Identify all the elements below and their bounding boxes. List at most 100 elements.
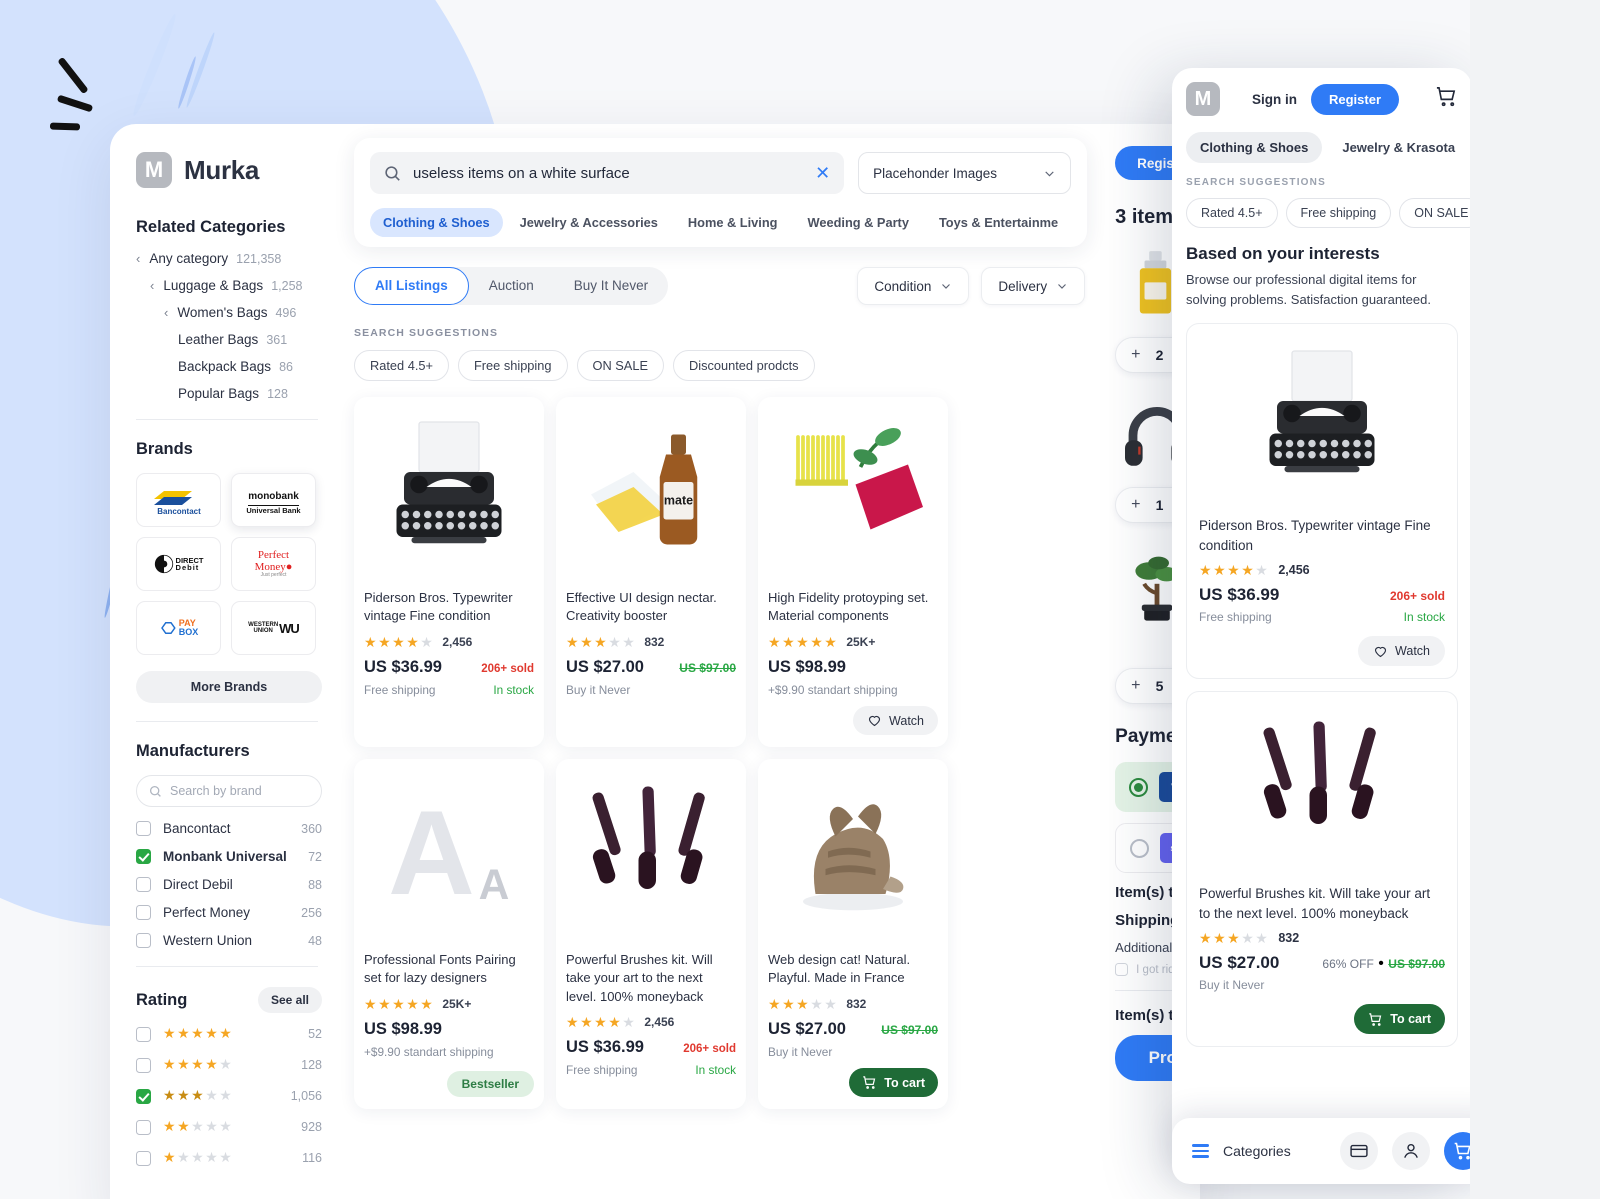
suggestion-chip[interactable]: ON SALE (576, 350, 664, 381)
rating-filter-item[interactable]: ★★★★★ 52 (136, 1025, 322, 1043)
mobile-suggestion-chip[interactable]: Free shipping (1285, 198, 1392, 228)
mobile-category-tab[interactable]: Jewelry & Krasota (1328, 132, 1458, 163)
delivery-dropdown[interactable]: Delivery (981, 267, 1086, 305)
listing-segment[interactable]: Auction (469, 267, 554, 305)
brand-tile-monobank[interactable]: monobank Universal Bank (231, 473, 316, 527)
mobile-register-button[interactable]: Register (1311, 83, 1400, 115)
mobile-signin-link[interactable]: Sign in (1252, 92, 1297, 107)
manufacturer-item[interactable]: Direct Debil 88 (136, 877, 322, 892)
category-tab[interactable]: Weeding & Party (794, 208, 921, 237)
account-icon[interactable] (1392, 1132, 1430, 1170)
star-icon: ★ (1227, 562, 1242, 579)
manufacturer-item[interactable]: Western Union 48 (136, 933, 322, 948)
chevron-down-icon (1058, 284, 1067, 289)
payment-radio[interactable] (1130, 838, 1150, 858)
category-tab[interactable]: Toys & Entertainme (926, 208, 1071, 237)
search-input[interactable] (413, 164, 804, 182)
product-rating: ★★★★★ 25K+ (364, 997, 534, 1011)
mobile-heading: Based on your interests (1186, 244, 1380, 263)
rating-checkbox[interactable] (136, 1088, 151, 1104)
rating-checkbox[interactable] (136, 1026, 151, 1042)
star-icon: ★ (219, 1025, 234, 1041)
product-shipping: Buy it Never (566, 682, 631, 697)
mobile-watch-label: Watch (1395, 644, 1430, 659)
suggestion-chip[interactable]: Free shipping (457, 350, 568, 381)
category-item[interactable]: Backpack Bags 86 (136, 359, 340, 374)
mobile-watch-button[interactable]: Watch (1358, 636, 1445, 667)
product-card[interactable]: Powerful Brushes kit. Will take your art… (556, 759, 746, 1109)
manufacturer-item[interactable]: Monbank Universal 72 (136, 849, 322, 864)
star-icon: ★ (768, 995, 783, 1012)
category-item[interactable]: ‹ Luggage & Bags 1,258 (136, 278, 340, 293)
brand-tile-paybox[interactable]: PAY BOX (136, 601, 221, 655)
wallet-icon[interactable] (1340, 1132, 1378, 1170)
rating-checkbox[interactable] (136, 1150, 151, 1166)
manufacturer-item[interactable]: Perfect Money 256 (136, 905, 322, 920)
mobile-header: M Sign in Register (1186, 82, 1458, 116)
manufacturer-checkbox[interactable] (136, 933, 151, 948)
rating-filter-item[interactable]: ★★★★★ 128 (136, 1056, 322, 1074)
category-tabs: Clothing & Shoes Jewelry & Accessories Hom… (370, 208, 1071, 237)
rating-filter-item[interactable]: ★★★★★ 1,056 (136, 1087, 322, 1105)
category-tab[interactable]: Jewelry & Accessories (507, 208, 671, 237)
mobile-product-card[interactable]: Piderson Bros. Typewriter vintage Fine c… (1186, 323, 1458, 680)
rating-filter-item[interactable]: ★★★★★ 116 (136, 1149, 322, 1167)
hamburger-menu-icon[interactable] (1192, 1144, 1209, 1158)
mobile-suggestion-chip[interactable]: Rated 4.5+ (1186, 198, 1278, 228)
clear-search-icon[interactable]: ✕ (815, 164, 830, 182)
increase-quantity-button[interactable]: + (1131, 678, 1140, 694)
mobile-suggestion-chip[interactable]: ON SALE (1399, 198, 1472, 228)
category-item[interactable]: ‹ Women's Bags 496 (136, 305, 340, 320)
star-icon: ★ (205, 1056, 220, 1072)
condition-dropdown[interactable]: Condition (857, 267, 970, 305)
mobile-categories-label[interactable]: Categories (1223, 1143, 1291, 1159)
brand-header[interactable]: M Murka (136, 152, 340, 188)
product-card[interactable]: Piderson Bros. Typewriter vintage Fine c… (354, 397, 544, 747)
product-card[interactable]: AA Professional Fonts Pairing set for la… (354, 759, 544, 1109)
increase-quantity-button[interactable]: + (1131, 497, 1140, 513)
brand-tile-direct-debit[interactable]: DIRECT Debit (136, 537, 221, 591)
mobile-meta-row: Free shipping In stock (1199, 610, 1445, 624)
mobile-to-cart-button[interactable]: To cart (1354, 1004, 1445, 1035)
manufacturer-checkbox[interactable] (136, 877, 151, 892)
product-image-cat (768, 769, 938, 939)
category-item[interactable]: Popular Bags 128 (136, 386, 340, 401)
brand-tile-bancontact[interactable]: Bancontact (136, 473, 221, 527)
mobile-cart-icon[interactable] (1435, 85, 1458, 113)
image-type-select[interactable]: Placehonder Images (858, 152, 1072, 194)
listing-segment[interactable]: Buy It Never (554, 267, 668, 305)
product-card[interactable]: mate Effective UI design nectar. Creativ… (556, 397, 746, 747)
brand-tile-perfect-money[interactable]: Perfect Money● Just perfect (231, 537, 316, 591)
search-box[interactable]: ✕ (370, 152, 845, 194)
mobile-product-card[interactable]: Powerful Brushes kit. Will take your art… (1186, 691, 1458, 1048)
manufacturer-search-input[interactable]: Search by brand (136, 775, 322, 807)
rating-checkbox[interactable] (136, 1057, 151, 1073)
more-brands-button[interactable]: More Brands (136, 671, 322, 703)
dark-pattern-checkbox[interactable] (1115, 963, 1129, 976)
product-old-price: US $97.00 (679, 660, 736, 675)
category-item[interactable]: ‹ Any category 121,358 (136, 251, 340, 266)
to-cart-button[interactable]: To cart (849, 1068, 938, 1097)
manufacturer-checkbox[interactable] (136, 905, 151, 920)
watch-button[interactable]: Watch (853, 706, 938, 735)
product-card[interactable]: Web design cat! Natural. Playful. Made i… (758, 759, 948, 1109)
suggestion-chip[interactable]: Rated 4.5+ (354, 350, 449, 381)
star-icon: ★ (1213, 562, 1228, 579)
category-tab[interactable]: Home & Living (675, 208, 791, 237)
increase-quantity-button[interactable]: + (1131, 347, 1140, 363)
brand-tile-western-union[interactable]: WESTERN UNION WU (231, 601, 316, 655)
mobile-category-tab[interactable]: Clothing & Shoes (1186, 132, 1323, 163)
star-icon: ★ (177, 1056, 192, 1072)
manufacturer-item[interactable]: Bancontact 360 (136, 821, 322, 836)
manufacturer-checkbox[interactable] (136, 849, 151, 864)
manufacturer-checkbox[interactable] (136, 821, 151, 836)
rating-checkbox[interactable] (136, 1119, 151, 1135)
payment-radio[interactable] (1129, 777, 1149, 797)
category-tab[interactable]: Clothing & Shoes (370, 208, 503, 237)
category-item[interactable]: Leather Bags 361 (136, 332, 340, 347)
listing-segment[interactable]: All Listings (354, 267, 469, 305)
suggestion-chip[interactable]: Discounted prodcts (673, 350, 815, 381)
product-card[interactable]: High Fidelity protoyping set. Material c… (758, 397, 948, 747)
rating-filter-item[interactable]: ★★★★★ 928 (136, 1118, 322, 1136)
rating-see-all-button[interactable]: See all (257, 987, 322, 1013)
